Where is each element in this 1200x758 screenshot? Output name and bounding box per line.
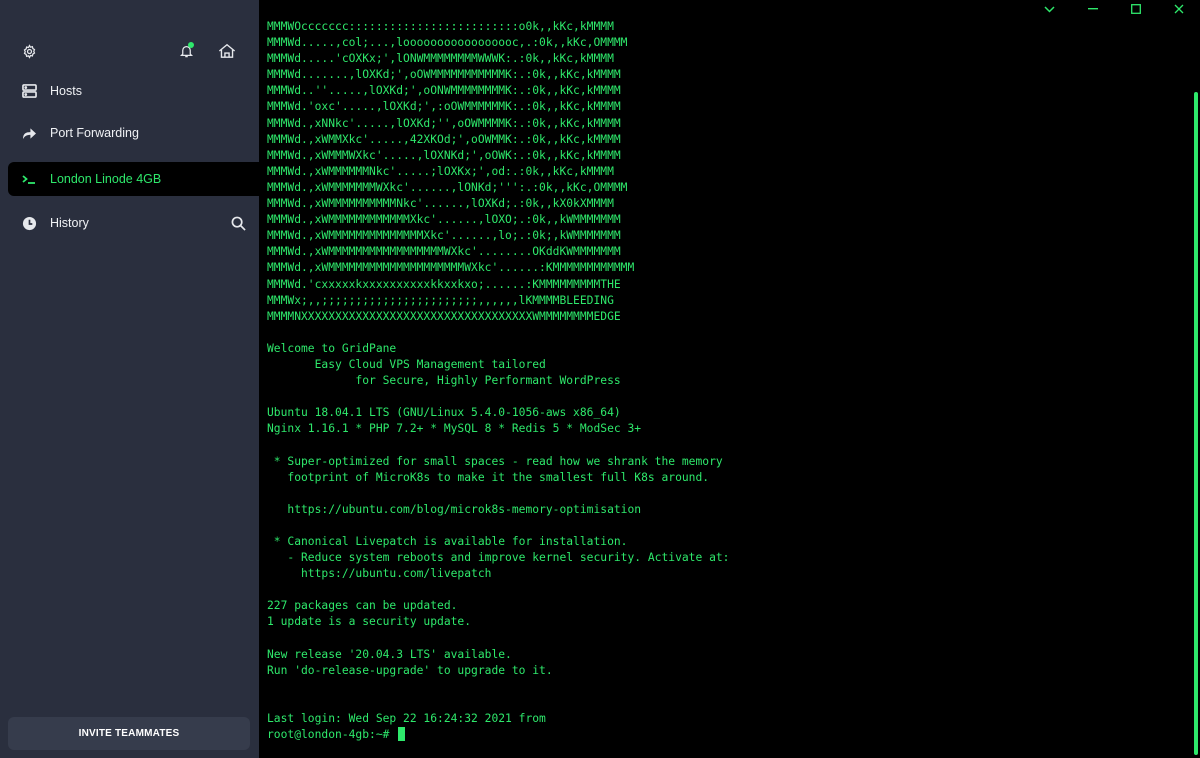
terminal-line: * Super-optimized for small spaces - rea… <box>267 454 723 468</box>
sidebar-item-label: History <box>50 216 89 230</box>
terminal-line: MMMWd.....'cOXKx;',lONWMMMMMMMMWWWK:.:0k… <box>267 52 614 66</box>
gear-icon[interactable] <box>14 36 44 66</box>
terminal-line: * Canonical Livepatch is available for i… <box>267 535 628 548</box>
terminal-line: MMMWd.,xNNkc'.....,lOXKd;'',oOWMMMMK:.:0… <box>267 116 621 130</box>
terminal-scrollbar[interactable] <box>1194 92 1198 755</box>
terminal-line: MMMWd.,xWMMMMMMMWXkc'......,lONKd;''':.:… <box>267 180 628 194</box>
terminal-line: MMMWd.......,lOXKd;',oOWMMMMMMMMMMMK:.:0… <box>267 68 621 82</box>
terminal-line: MMMWOccccccc:::::::::::::::::::::::::o0k… <box>267 20 614 33</box>
forward-arrow-icon <box>20 124 38 142</box>
terminal-line: MMMWd.,xWMMMMMMMMMMNkc'......,lOXKd;.:0k… <box>267 197 614 211</box>
sidebar: Hosts Port Forwarding London Linode 4GB <box>0 0 259 758</box>
terminal-line: MMMWd.'oxc'.....,lOXKd;',:oOWMMMMMMK:.:0… <box>267 100 621 114</box>
terminal-line: Welcome to GridPane <box>267 341 397 355</box>
invite-teammates-button[interactable]: INVITE TEAMMATES <box>8 717 250 750</box>
bell-icon[interactable] <box>171 36 201 66</box>
terminal-line: MMMWd.,xWMMMMMMMMMMMMMMXkc'......,lo;.:0… <box>267 229 621 243</box>
sidebar-item-port-forwarding[interactable]: Port Forwarding <box>8 116 259 150</box>
terminal-prompt-icon <box>20 170 38 188</box>
terminal-line: MMMMNXXXXXXXXXXXXXXXXXXXXXXXXXXXXXXXXXXW… <box>267 309 621 323</box>
terminal-line: MMMWd.,xWMMMMMMMMMMMMXkc'......,lOXO;.:0… <box>267 213 621 227</box>
terminal-line: MMMWd.,xWMMMMMMMMMMMMMMMMMWXkc'........O… <box>267 245 621 259</box>
terminal-line: MMMWd.,xWMMMMMMNkc'.....;lOXKx;',od:.:0k… <box>267 164 614 178</box>
sidebar-item-label: Hosts <box>50 84 82 98</box>
terminal-line: MMMWd.,xWMMXkc'.....,42XKOd;',oOWMMK:.:0… <box>267 132 621 146</box>
terminal-panel[interactable]: MMMWOccccccc:::::::::::::::::::::::::o0k… <box>259 0 1200 758</box>
sidebar-item-london-linode-4gb[interactable]: London Linode 4GB <box>8 162 259 196</box>
terminal-output: MMMWOccccccc:::::::::::::::::::::::::o0k… <box>267 19 730 743</box>
sidebar-item-hosts[interactable]: Hosts <box>8 74 259 108</box>
app-window: Hosts Port Forwarding London Linode 4GB <box>0 0 1200 758</box>
terminal-line: for Secure, Highly Performant WordPress <box>267 374 621 388</box>
window-controls <box>1028 0 1200 18</box>
terminal-line: Ubuntu 18.04.1 LTS (GNU/Linux 5.4.0-1056… <box>267 406 621 420</box>
terminal-line: MMMWd.,xWMMMMMMMMMMMMMMMMMMMMWXkc'......… <box>267 261 635 275</box>
sidebar-item-history[interactable]: History <box>8 206 259 240</box>
chevron-down-icon[interactable] <box>1028 0 1071 18</box>
home-icon[interactable] <box>212 36 242 66</box>
terminal-line: https://ubuntu.com/livepatch <box>267 567 492 581</box>
notification-dot <box>188 42 194 48</box>
server-icon <box>20 82 38 100</box>
terminal-lines: MMMWOccccccc:::::::::::::::::::::::::o0k… <box>267 20 730 725</box>
terminal-line: 1 update is a security update. <box>267 615 472 629</box>
terminal-line: - Reduce system reboots and improve kern… <box>267 551 730 565</box>
minimize-icon[interactable] <box>1071 0 1114 18</box>
terminal-line: Last login: Wed Sep 22 16:24:32 2021 fro… <box>267 712 546 726</box>
terminal-line: Easy Cloud VPS Management tailored <box>267 357 546 371</box>
terminal-line: MMMWd.'cxxxxxkxxxxxxxxxxkkxxkxo;......:K… <box>267 277 621 291</box>
terminal-line: MMMWd.....,col;...,looooooooooooooooc,.:… <box>267 36 628 50</box>
sidebar-top-icons <box>0 36 259 66</box>
terminal-prompt: root@london-4gb:~# <box>267 728 397 742</box>
search-icon[interactable] <box>229 214 247 232</box>
terminal-line: footprint of MicroK8s to make it the sma… <box>267 470 710 484</box>
terminal-line: MMMWd.,xWMMMWXkc'.....,lOXNKd;',oOWK:.:0… <box>267 148 621 162</box>
terminal-line: 227 packages can be updated. <box>267 599 458 613</box>
terminal-cursor <box>398 727 406 742</box>
sidebar-item-label: London Linode 4GB <box>50 172 162 186</box>
terminal-line: New release '20.04.3 LTS' available. <box>267 647 512 661</box>
terminal-line: Run 'do-release-upgrade' to upgrade to i… <box>267 663 553 677</box>
terminal-line: MMMWx;,,;;;;;;;;;;;;;;;;;;;;;;;,,,,,,lKM… <box>267 293 614 307</box>
terminal-line: MMMWd..''.....,lOXKd;',oONWMMMMMMMMK:.:0… <box>267 84 621 98</box>
sidebar-item-label: Port Forwarding <box>50 126 139 140</box>
clock-icon <box>20 214 38 232</box>
close-icon[interactable] <box>1157 0 1200 18</box>
terminal-line: https://ubuntu.com/blog/microk8s-memory-… <box>267 502 642 516</box>
maximize-icon[interactable] <box>1114 0 1157 18</box>
terminal-line: Nginx 1.16.1 * PHP 7.2+ * MySQL 8 * Redi… <box>267 422 642 436</box>
